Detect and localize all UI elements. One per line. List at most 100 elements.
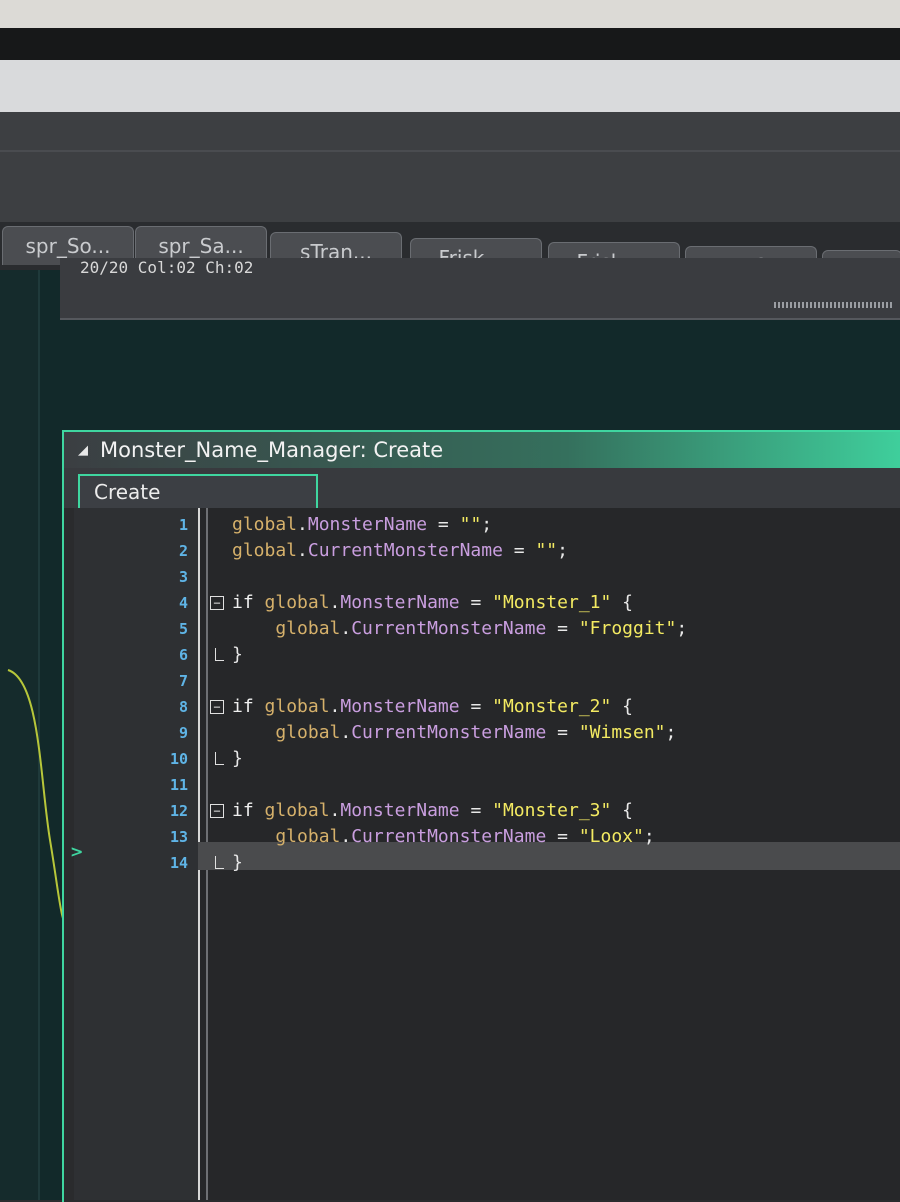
line-number: 9 — [178, 724, 188, 742]
monitor-bezel — [0, 0, 900, 30]
code-line[interactable]: } — [232, 746, 243, 772]
code-token: ; — [643, 826, 655, 847]
code-token: = — [459, 800, 493, 821]
code-token: CurrentMonsterName — [307, 540, 503, 561]
toolbar — [0, 112, 900, 225]
code-token: = — [546, 722, 579, 743]
code-token: MonsterName — [340, 696, 460, 717]
code-token: global — [264, 696, 330, 717]
code-line[interactable]: global.CurrentMonsterName = ""; — [232, 538, 568, 564]
line-number: 13 — [169, 828, 188, 846]
code-token: . — [297, 540, 308, 561]
code-token: global — [264, 800, 330, 821]
code-token: if — [232, 800, 265, 821]
line-number: 14 — [169, 854, 188, 872]
code-token: . — [340, 618, 352, 639]
code-token: . — [340, 826, 352, 847]
fold-end-marker — [215, 752, 224, 765]
editor-title: Monster_Name_Manager: Create — [100, 438, 444, 462]
code-token: ; — [481, 514, 493, 535]
code-line[interactable]: if global.MonsterName = "Monster_2" { — [232, 694, 633, 720]
line-number-gutter: 1 2 3 4 5 6 7 8 9 10 11 12 13 14 — [74, 508, 200, 1200]
background-window: 20/20 Col:02 Ch:02 — [60, 258, 900, 320]
code-line[interactable]: } — [232, 850, 243, 876]
current-line-marker-icon: > — [70, 842, 84, 861]
monitor-bezel-edge — [0, 28, 900, 62]
code-line[interactable]: global.CurrentMonsterName = "Wimsen"; — [232, 720, 676, 746]
code-token: "Loox" — [578, 826, 644, 847]
line-number: 7 — [178, 672, 188, 690]
fold-toggle-icon[interactable]: − — [210, 804, 224, 818]
event-tab-bar: Create — [64, 468, 900, 508]
line-number: 11 — [169, 776, 188, 794]
window-title-area — [0, 60, 900, 115]
code-token: } — [232, 852, 243, 873]
code-token: global — [232, 826, 341, 847]
code-line[interactable]: global.CurrentMonsterName = "Froggit"; — [232, 616, 687, 642]
code-token: . — [329, 592, 341, 613]
line-number: 1 — [178, 516, 188, 534]
workspace: 20/20 Col:02 Ch:02 ◢ Monster_Name_Manage… — [0, 258, 900, 1202]
code-token: global — [232, 540, 298, 561]
line-number: 10 — [169, 750, 188, 768]
code-token: "Wimsen" — [578, 722, 666, 743]
code-token: CurrentMonsterName — [351, 722, 547, 743]
line-number: 3 — [178, 568, 188, 586]
code-token: "Froggit" — [578, 618, 677, 639]
line-number: 5 — [178, 620, 188, 638]
code-token: . — [297, 514, 308, 535]
code-token: . — [329, 800, 341, 821]
code-token: = — [546, 618, 579, 639]
code-token: = — [546, 826, 579, 847]
code-token: "Monster_3" — [492, 800, 612, 821]
code-token: = — [502, 540, 536, 561]
code-token: ; — [665, 722, 677, 743]
code-token: if — [232, 592, 265, 613]
code-line[interactable]: if global.MonsterName = "Monster_3" { — [232, 798, 633, 824]
fold-end-marker — [215, 856, 224, 869]
code-line[interactable]: global.MonsterName = ""; — [232, 512, 492, 538]
code-token: "" — [535, 540, 558, 561]
code-token: global — [264, 592, 330, 613]
code-token: ; — [676, 618, 688, 639]
editor-title-bar[interactable]: ◢ Monster_Name_Manager: Create — [64, 432, 900, 468]
line-number: 4 — [178, 594, 188, 612]
resize-grip[interactable] — [774, 302, 894, 308]
code-token: "Monster_1" — [492, 592, 612, 613]
code-token: = — [459, 592, 493, 613]
code-token: global — [232, 722, 341, 743]
code-token: MonsterName — [307, 514, 428, 535]
code-token: global — [232, 618, 341, 639]
tab-create-event[interactable]: Create — [78, 474, 318, 508]
code-line[interactable]: } — [232, 642, 243, 668]
line-number: 12 — [169, 802, 188, 820]
code-editor-window: ◢ Monster_Name_Manager: Create Create 12… — [62, 430, 900, 1202]
code-token: CurrentMonsterName — [351, 618, 547, 639]
code-token: MonsterName — [340, 800, 460, 821]
fold-end-marker — [215, 648, 224, 661]
code-token: { — [611, 592, 634, 613]
code-token: . — [329, 696, 341, 717]
code-token: { — [611, 800, 634, 821]
code-token: "" — [459, 514, 482, 535]
code-line[interactable]: if global.MonsterName = "Monster_1" { — [232, 590, 633, 616]
line-number: 2 — [178, 542, 188, 560]
fold-toggle-icon[interactable]: − — [210, 596, 224, 610]
code-token: "Monster_2" — [492, 696, 612, 717]
line-number: 8 — [178, 698, 188, 716]
code-token: ; — [557, 540, 568, 561]
code-area[interactable]: 1 2 3 4 5 6 7 8 9 10 11 12 13 14 > global.MonsterName… — [70, 508, 900, 1200]
status-text: 20/20 Col:02 Ch:02 — [80, 258, 254, 277]
fold-toggle-icon[interactable]: − — [210, 700, 224, 714]
code-token: { — [611, 696, 634, 717]
code-token: if — [232, 696, 265, 717]
code-token: global — [232, 514, 298, 535]
code-token: CurrentMonsterName — [351, 826, 547, 847]
code-token: = — [459, 696, 493, 717]
code-token: MonsterName — [340, 592, 460, 613]
code-token: } — [232, 748, 243, 769]
code-token: . — [340, 722, 352, 743]
collapse-triangle-icon[interactable]: ◢ — [78, 443, 88, 458]
code-line[interactable]: global.CurrentMonsterName = "Loox"; — [232, 824, 655, 850]
code-token: } — [232, 644, 243, 665]
